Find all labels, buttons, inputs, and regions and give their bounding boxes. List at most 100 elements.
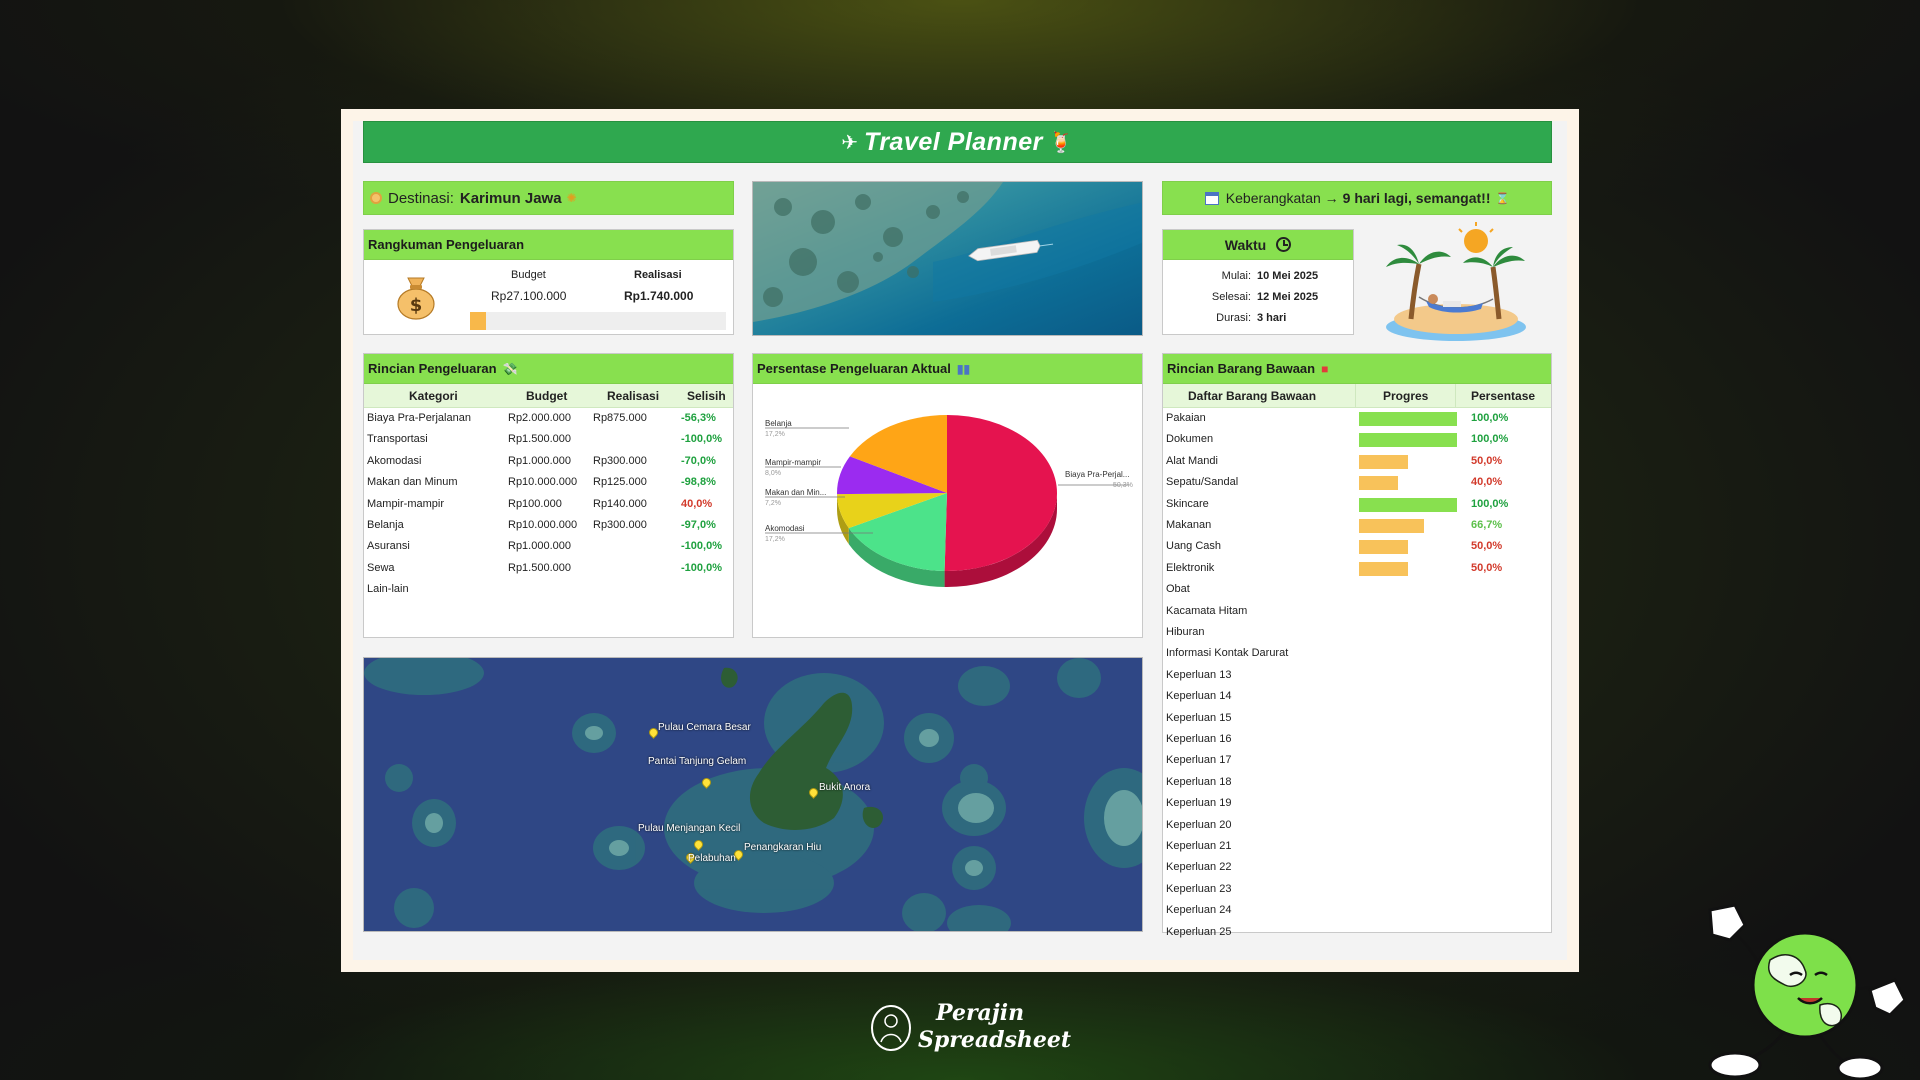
list-item[interactable]: Alat Mandi 50,0% [1163,452,1551,473]
expense-budget: Rp10.000.000 [508,476,578,489]
pie-value-label: 8,0% [765,470,781,477]
brand-logo: Perajin Spreadsheet [870,1000,1071,1060]
expense-actual: Rp125.000 [593,476,647,489]
destination-map[interactable]: Pulau Cemara Besar Pantai Tanjung Gelam Bu… [363,657,1143,932]
hourglass-icon: ⌛ [1495,192,1510,205]
expense-category: Makan dan Minum [367,476,458,489]
col-budget: Budget [526,389,568,403]
expense-detail-table: Rincian Pengeluaran 💸 Kategori Budget Re… [363,353,734,638]
table-row[interactable]: Biaya Pra-Perjalanan Rp2.000.000 Rp875.000… [364,409,733,430]
plane-icon: ✈ [841,131,858,154]
packing-list-table: Rincian Barang Bawaan ■ Daftar Barang Ba… [1162,353,1552,938]
expense-detail-header: Rincian Pengeluaran 💸 [364,354,733,384]
list-item[interactable]: Kacamata Hitam [1163,602,1551,623]
item-name: Keperluan 25 [1166,925,1232,938]
expense-budget: Rp100.000 [508,497,562,510]
table-row[interactable]: Mampir-mampir Rp100.000 Rp140.000 40,0% [364,495,733,516]
list-item[interactable]: Makanan 66,7% [1163,516,1551,537]
list-item[interactable]: Keperluan 21 [1163,837,1551,858]
time-duration-value: 3 hari [1257,312,1287,324]
list-item[interactable]: Skincare 100,0% [1163,495,1551,516]
table-row[interactable]: Transportasi Rp1.500.000 -100,0% [364,430,733,451]
item-name: Alat Mandi [1166,454,1218,467]
item-name: Keperluan 24 [1166,904,1232,917]
item-name: Keperluan 22 [1166,861,1232,874]
item-progress-bar [1359,454,1408,469]
item-name: Pakaian [1166,412,1206,424]
list-item[interactable]: Informasi Kontak Darurat [1163,644,1551,665]
time-duration-label: Durasi: [1216,312,1251,324]
list-item[interactable]: Sepatu/Sandal 40,0% [1163,473,1551,494]
col-daftar: Daftar Barang Bawaan [1188,389,1317,403]
summary-title: Rangkuman Pengeluaran [368,237,525,252]
list-item[interactable]: Hiburan [1163,623,1551,644]
list-item[interactable]: Keperluan 18 [1163,773,1551,794]
expense-table-header: Kategori Budget Realisasi Selisih [364,384,733,408]
bar-chart-icon: ▮▮ [956,361,971,376]
item-name: Keperluan 19 [1166,797,1232,810]
island-illustration [1386,222,1526,341]
expense-diff: 40,0% [681,497,713,510]
expense-budget: Rp10.000.000 [508,519,578,531]
departure-cell[interactable]: Keberangkatan → 9 hari lagi, semangat!! … [1162,181,1552,215]
sun-icon: ✺ [566,191,577,205]
table-row[interactable]: Belanja Rp10.000.000 Rp300.000 -97,0% [364,516,733,537]
list-item[interactable]: Keperluan 16 [1163,730,1551,751]
list-item[interactable]: Elektronik 50,0% [1163,559,1551,580]
list-item[interactable]: Uang Cash 50,0% [1163,537,1551,558]
table-row[interactable]: Sewa Rp1.500.000 -100,0% [364,559,733,580]
destination-photo [752,181,1143,336]
pie-label: Makan dan Min... [765,488,826,497]
expense-diff: -100,0% [681,540,722,553]
brand-line-1: Perajin [936,1000,1025,1026]
item-percentage: 50,0% [1471,561,1503,574]
pie-label: Biaya Pra-Perjal... [1065,470,1129,479]
col-realisasi: Realisasi [607,389,660,403]
list-item[interactable]: Keperluan 17 [1163,751,1551,772]
list-item[interactable]: Keperluan 19 [1163,794,1551,815]
item-progress-bar [1359,540,1408,555]
expense-category: Transportasi [367,433,428,446]
expense-category: Mampir-mampir [367,497,444,510]
destination-label: Destinasi: [388,189,454,207]
chart-header: Persentase Pengeluaran Aktual ▮▮ [753,354,1142,384]
item-percentage: 40,0% [1471,476,1503,489]
summary-header: Rangkuman Pengeluaran [364,230,733,260]
svg-text:$: $ [410,295,423,316]
list-item[interactable]: Keperluan 24 [1163,901,1551,922]
list-item[interactable]: Keperluan 23 [1163,880,1551,901]
table-row[interactable]: Makan dan Minum Rp10.000.000 Rp125.000 -98,… [364,473,733,494]
item-name: Keperluan 13 [1166,668,1232,681]
expense-diff: -100,0% [681,433,722,446]
list-item[interactable]: Obat [1163,580,1551,601]
destination-cell[interactable]: Destinasi: Karimun Jawa ✺ [363,181,734,215]
list-item[interactable]: Keperluan 25 [1163,923,1551,944]
list-item[interactable]: Keperluan 15 [1163,709,1551,730]
table-row[interactable]: Akomodasi Rp1.000.000 Rp300.000 -70,0% [364,452,733,473]
expense-diff: -56,3% [681,412,716,424]
table-row[interactable]: Lain-lain [364,580,733,601]
expense-budget: Rp1.000.000 [508,540,571,553]
list-item[interactable]: Pakaian 100,0% [1163,409,1551,430]
pie-value-label: 50,3% [1113,482,1133,489]
map-pin-label: Penangkaran Hiu [744,842,822,853]
list-item[interactable]: Dokumen 100,0% [1163,430,1551,451]
table-row[interactable]: Asuransi Rp1.000.000 -100,0% [364,537,733,558]
expense-actual: Rp875.000 [593,412,647,424]
list-item[interactable]: Keperluan 14 [1163,687,1551,708]
list-item[interactable]: Keperluan 13 [1163,666,1551,687]
col-persentase: Persentase [1471,389,1536,403]
expense-category: Sewa [367,561,395,574]
item-percentage: 50,0% [1471,540,1503,553]
pin-icon [370,192,382,204]
expense-pie-panel: Persentase Pengeluaran Aktual ▮▮ Biaya P… [752,353,1143,638]
map-pin-label: Pulau Cemara Besar [658,722,751,733]
list-item[interactable]: Keperluan 20 [1163,816,1551,837]
clock-icon [1276,237,1292,252]
item-percentage: 66,7% [1471,519,1503,531]
item-name: Keperluan 23 [1166,882,1232,895]
actual-value: Rp1.740.000 [624,289,694,303]
expense-category: Lain-lain [367,583,409,596]
pie-value-label: 17,2% [765,536,785,543]
list-item[interactable]: Keperluan 22 [1163,858,1551,879]
